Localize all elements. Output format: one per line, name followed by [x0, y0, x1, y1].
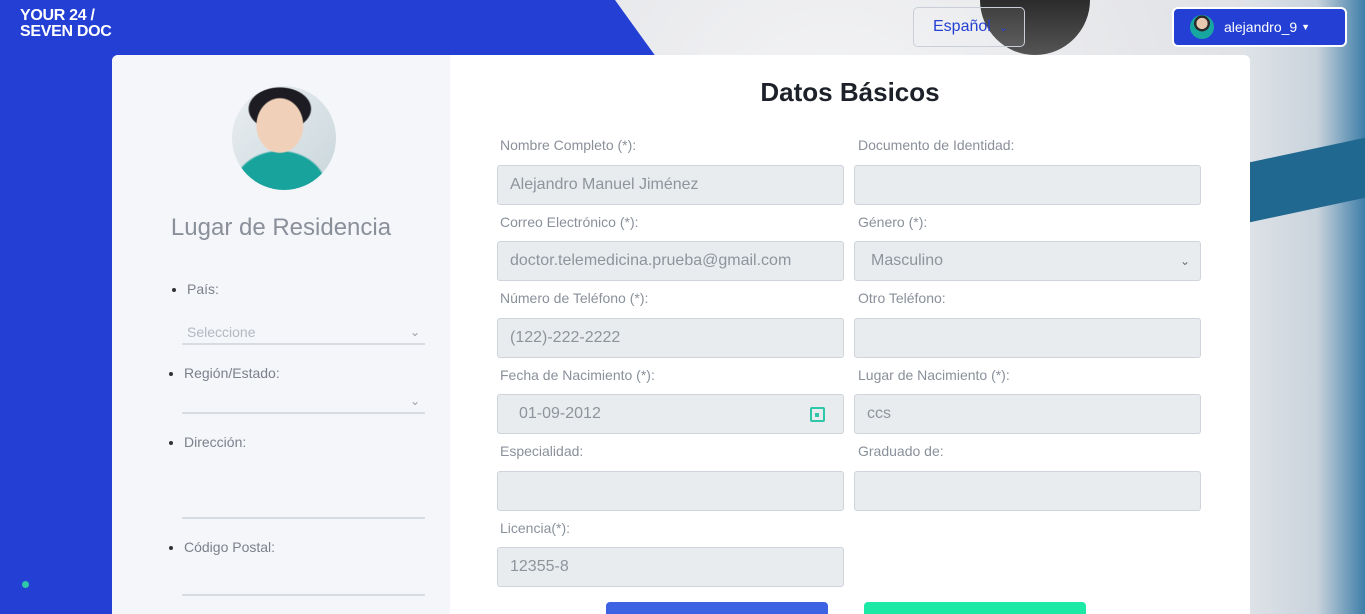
username: alejandro_9 — [1224, 19, 1298, 35]
id-label: Documento de Identidad: — [858, 137, 1015, 153]
residence-title: Lugar de Residencia — [170, 214, 392, 241]
email-field[interactable]: doctor.telemedicina.prueba@gmail.com — [497, 241, 844, 281]
address-input[interactable] — [182, 517, 425, 519]
country-label: País: — [172, 281, 219, 297]
graduated-field[interactable] — [854, 471, 1201, 511]
phone-label: Número de Teléfono (*): — [500, 290, 649, 306]
address-label: Dirección: — [168, 434, 247, 450]
full-name-field[interactable]: Alejandro Manuel Jiménez — [497, 165, 844, 205]
birth-date-field[interactable]: 01-09-2012 — [497, 394, 844, 434]
language-label: Español — [933, 18, 991, 35]
profile-avatar[interactable] — [232, 86, 336, 190]
graduated-label: Graduado de: — [858, 443, 944, 459]
background-scrub — [1245, 0, 1365, 614]
postal-input[interactable] — [182, 594, 425, 596]
full-name-label: Nombre Completo (*): — [500, 137, 637, 153]
country-placeholder: Seleccione — [187, 324, 256, 340]
user-menu-button[interactable]: alejandro_9 ▼ — [1172, 7, 1347, 47]
logo-line-2: SEVEN DOC — [20, 23, 112, 40]
page-title: Datos Básicos — [760, 77, 940, 107]
birth-date-label: Fecha de Nacimiento (*): — [500, 367, 655, 383]
gender-select[interactable]: Masculino ⌄ — [854, 241, 1201, 281]
specialty-field[interactable] — [497, 471, 844, 511]
postal-label: Código Postal: — [168, 539, 276, 555]
region-select[interactable]: ⌄ — [182, 390, 425, 414]
id-field[interactable] — [854, 165, 1201, 205]
status-dot — [22, 581, 29, 588]
gender-label: Género (*): — [858, 214, 928, 230]
user-avatar — [1190, 15, 1214, 39]
calendar-icon[interactable] — [810, 407, 825, 422]
profile-card: Lugar de Residencia País: Seleccione ⌄ R… — [112, 55, 1250, 614]
residence-panel: Lugar de Residencia País: Seleccione ⌄ R… — [112, 55, 450, 614]
license-label: Licencia(*): — [500, 520, 571, 536]
region-label: Región/Estado: — [169, 365, 280, 381]
other-phone-field[interactable] — [854, 318, 1201, 358]
primary-button[interactable] — [606, 602, 828, 614]
secondary-button[interactable] — [864, 602, 1086, 614]
language-selector[interactable]: Español ⌄ — [913, 7, 1025, 47]
chevron-down-icon: ⌄ — [998, 21, 1009, 34]
license-field[interactable]: 12355-8 — [497, 547, 844, 587]
other-phone-label: Otro Teléfono: — [858, 290, 946, 306]
birth-place-label: Lugar de Nacimiento (*): — [858, 367, 1010, 383]
logo-line-1: YOUR 24 / — [20, 7, 95, 24]
chevron-down-icon: ⌄ — [409, 394, 420, 408]
birth-date-value: 01-09-2012 — [519, 405, 601, 422]
caret-down-icon: ▼ — [1301, 22, 1311, 32]
chevron-down-icon: ⌄ — [1179, 254, 1190, 268]
logo[interactable]: YOUR 24 / SEVEN DOC — [20, 8, 112, 40]
gender-value: Masculino — [871, 252, 944, 269]
phone-field[interactable]: (122)-222-2222 — [497, 318, 844, 358]
specialty-label: Especialidad: — [500, 443, 584, 459]
country-select[interactable]: Seleccione ⌄ — [182, 321, 425, 345]
email-label: Correo Electrónico (*): — [500, 214, 639, 230]
birth-place-field[interactable]: ccs — [854, 394, 1201, 434]
chevron-down-icon: ⌄ — [409, 325, 420, 339]
